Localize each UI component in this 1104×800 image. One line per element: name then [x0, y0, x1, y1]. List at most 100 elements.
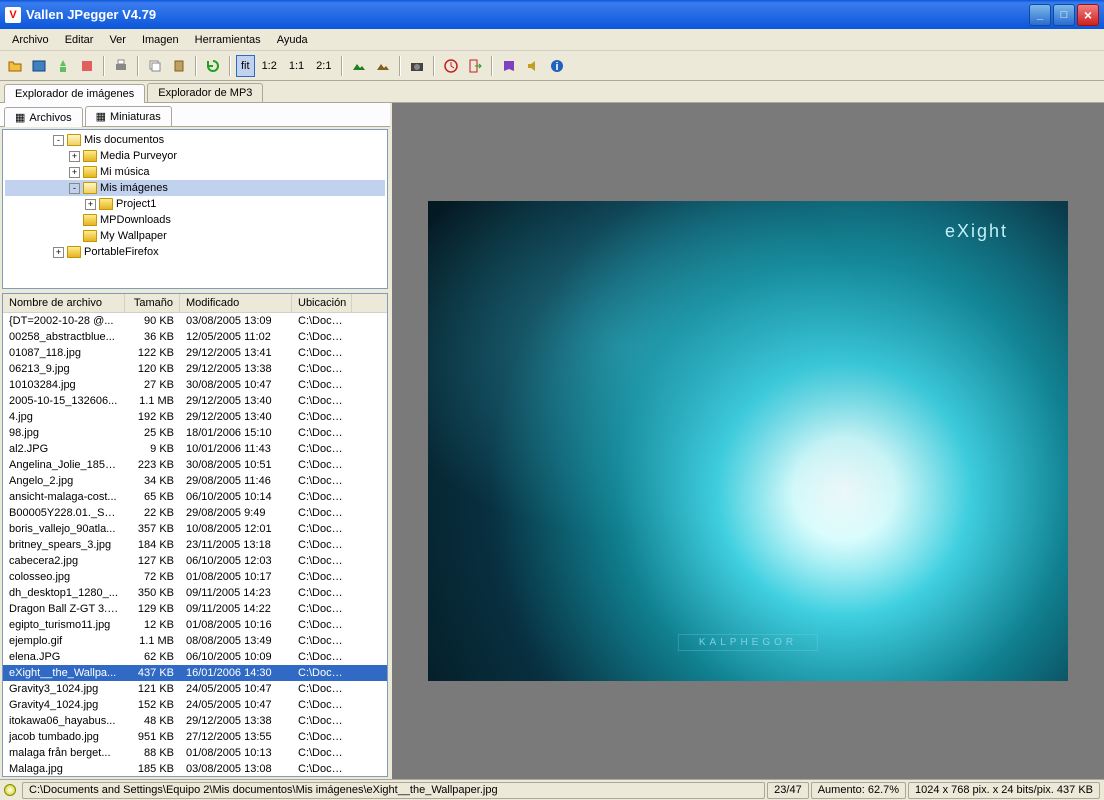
tree-node[interactable]: +Mi música [5, 164, 385, 180]
file-location: C:\Docum [292, 714, 352, 728]
file-row[interactable]: dh_desktop1_1280_... 350 KB 09/11/2005 1… [3, 585, 387, 601]
tool-icon-4[interactable] [76, 55, 98, 77]
camera-icon[interactable] [406, 55, 428, 77]
clock-icon[interactable] [440, 55, 462, 77]
tree-node[interactable]: +PortableFirefox [5, 244, 385, 260]
file-row[interactable]: 06213_9.jpg 120 KB 29/12/2005 13:38 C:\D… [3, 361, 387, 377]
file-row[interactable]: B00005Y228.01._SC... 22 KB 29/08/2005 9:… [3, 505, 387, 521]
file-row[interactable]: 98.jpg 25 KB 18/01/2006 15:10 C:\Docum [3, 425, 387, 441]
file-row[interactable]: eXight__the_Wallpa... 437 KB 16/01/2006 … [3, 665, 387, 681]
print-icon[interactable] [110, 55, 132, 77]
info-icon[interactable]: i [546, 55, 568, 77]
file-location: C:\Docum [292, 394, 352, 408]
file-row[interactable]: ejemplo.gif 1.1 MB 08/08/2005 13:49 C:\D… [3, 633, 387, 649]
sub-tab[interactable]: ▦Archivos [4, 107, 83, 127]
file-name: Dragon Ball Z-GT 3.jpg [3, 602, 125, 616]
file-size: 62 KB [125, 650, 180, 664]
file-name: 01087_118.jpg [3, 346, 125, 360]
file-row[interactable]: Gravity3_1024.jpg 121 KB 24/05/2005 10:4… [3, 681, 387, 697]
tool-icon-2[interactable] [28, 55, 50, 77]
column-header[interactable]: Tamaño [125, 294, 180, 312]
column-header[interactable]: Ubicación [292, 294, 352, 312]
file-row[interactable]: Gravity4_1024.jpg 152 KB 24/05/2005 10:4… [3, 697, 387, 713]
file-row[interactable]: cabecera2.jpg 127 KB 06/10/2005 12:03 C:… [3, 553, 387, 569]
window-title: Vallen JPegger V4.79 [26, 7, 1029, 22]
maximize-button[interactable]: □ [1053, 4, 1075, 26]
folder-icon [83, 150, 97, 162]
menu-ver[interactable]: Ver [101, 32, 134, 48]
close-button[interactable]: × [1077, 4, 1099, 26]
file-row[interactable]: ansicht-malaga-cost... 65 KB 06/10/2005 … [3, 489, 387, 505]
file-location: C:\Docum [292, 474, 352, 488]
exit-icon[interactable] [464, 55, 486, 77]
open-folder-icon[interactable] [4, 55, 26, 77]
list-body[interactable]: {DT=2002-10-28 @... 90 KB 03/08/2005 13:… [3, 313, 387, 776]
file-row[interactable]: elena.JPG 62 KB 06/10/2005 10:09 C:\Docu… [3, 649, 387, 665]
folder-icon [67, 134, 81, 146]
copy-icon[interactable] [144, 55, 166, 77]
zoom-one-button[interactable]: 1:1 [284, 55, 309, 77]
file-row[interactable]: 00258_abstractblue... 36 KB 12/05/2005 1… [3, 329, 387, 345]
menu-ayuda[interactable]: Ayuda [269, 32, 316, 48]
file-size: 36 KB [125, 330, 180, 344]
tree-node[interactable]: -Mis imágenes [5, 180, 385, 196]
menu-imagen[interactable]: Imagen [134, 32, 187, 48]
tree-label: Media Purveyor [100, 150, 177, 162]
file-row[interactable]: egipto_turismo11.jpg 12 KB 01/08/2005 10… [3, 617, 387, 633]
tree-expander-icon[interactable]: - [69, 183, 80, 194]
file-row[interactable]: boris_vallejo_90atla... 357 KB 10/08/200… [3, 521, 387, 537]
file-location: C:\Docum [292, 682, 352, 696]
tree-expander-icon[interactable]: + [53, 247, 64, 258]
sound-icon[interactable] [522, 55, 544, 77]
file-row[interactable]: colosseo.jpg 72 KB 01/08/2005 10:17 C:\D… [3, 569, 387, 585]
zoom-two-button[interactable]: 2:1 [311, 55, 336, 77]
tree-node[interactable]: + Project1 [5, 196, 385, 212]
tool-icon-3[interactable] [52, 55, 74, 77]
tree-label: Project1 [116, 198, 156, 210]
column-header[interactable]: Nombre de archivo [3, 294, 125, 312]
file-row[interactable]: britney_spears_3.jpg 184 KB 23/11/2005 1… [3, 537, 387, 553]
file-row[interactable]: Dragon Ball Z-GT 3.jpg 129 KB 09/11/2005… [3, 601, 387, 617]
main-tab[interactable]: Explorador de MP3 [147, 83, 263, 102]
file-row[interactable]: jacob tumbado.jpg 951 KB 27/12/2005 13:5… [3, 729, 387, 745]
file-name: itokawa06_hayabus... [3, 714, 125, 728]
file-row[interactable]: malaga från berget... 88 KB 01/08/2005 1… [3, 745, 387, 761]
sub-tab[interactable]: ▦Miniaturas [85, 106, 172, 126]
paste-icon[interactable] [168, 55, 190, 77]
file-row[interactable]: 01087_118.jpg 122 KB 29/12/2005 13:41 C:… [3, 345, 387, 361]
file-row[interactable]: 4.jpg 192 KB 29/12/2005 13:40 C:\Docum [3, 409, 387, 425]
file-row[interactable]: {DT=2002-10-28 @... 90 KB 03/08/2005 13:… [3, 313, 387, 329]
file-row[interactable]: itokawa06_hayabus... 48 KB 29/12/2005 13… [3, 713, 387, 729]
main-tab[interactable]: Explorador de imágenes [4, 84, 145, 103]
menu-editar[interactable]: Editar [57, 32, 102, 48]
tree-expander-icon[interactable]: + [69, 167, 80, 178]
file-row[interactable]: 2005-10-15_132606... 1.1 MB 29/12/2005 1… [3, 393, 387, 409]
refresh-icon[interactable] [202, 55, 224, 77]
folder-tree[interactable]: -Mis documentos + Media Purveyor +Mi música… [2, 129, 388, 289]
menu-herramientas[interactable]: Herramientas [187, 32, 269, 48]
file-row[interactable]: 10103284.jpg 27 KB 30/08/2005 10:47 C:\D… [3, 377, 387, 393]
landscape-icon-2[interactable] [372, 55, 394, 77]
tree-expander-icon[interactable]: + [85, 199, 96, 210]
tree-node[interactable]: MPDownloads [5, 212, 385, 228]
column-header[interactable]: Modificado [180, 294, 292, 312]
tree-node[interactable]: -Mis documentos [5, 132, 385, 148]
tree-node[interactable]: My Wallpaper [5, 228, 385, 244]
book-icon[interactable] [498, 55, 520, 77]
file-row[interactable]: Angelo_2.jpg 34 KB 29/08/2005 11:46 C:\D… [3, 473, 387, 489]
tree-expander-icon[interactable]: + [69, 151, 80, 162]
zoom-fit-button[interactable]: fit [236, 55, 255, 77]
file-modified: 24/05/2005 10:47 [180, 682, 292, 696]
zoom-half-button[interactable]: 1:2 [257, 55, 282, 77]
menu-archivo[interactable]: Archivo [4, 32, 57, 48]
tree-node[interactable]: + Media Purveyor [5, 148, 385, 164]
file-size: 12 KB [125, 618, 180, 632]
image-preview[interactable]: eXight KALPHEGOR [428, 201, 1068, 681]
tree-expander-icon[interactable]: - [53, 135, 64, 146]
file-row[interactable]: Angelina_Jolie_1855... 223 KB 30/08/2005… [3, 457, 387, 473]
file-row[interactable]: Malaga.jpg 185 KB 03/08/2005 13:08 C:\Do… [3, 761, 387, 776]
file-row[interactable]: al2.JPG 9 KB 10/01/2006 11:43 C:\Docum [3, 441, 387, 457]
file-size: 22 KB [125, 506, 180, 520]
landscape-icon[interactable] [348, 55, 370, 77]
minimize-button[interactable]: _ [1029, 4, 1051, 26]
